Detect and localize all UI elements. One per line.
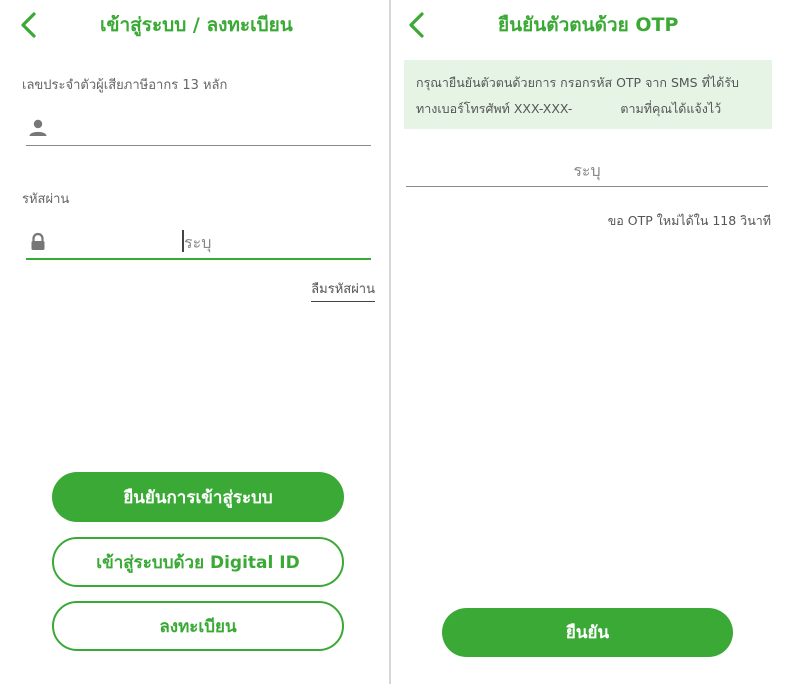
chevron-left-icon	[21, 12, 36, 38]
back-button[interactable]	[402, 10, 432, 40]
page-title: เข้าสู่ระบบ / ลงทะเบียน	[100, 14, 293, 36]
user-icon	[28, 118, 48, 138]
password-label: รหัสผ่าน	[22, 192, 70, 207]
notice-line-2: ทางเบอร์โทรศัพท์ XXX-XXX- ตามที่คุณได้แจ้…	[416, 96, 760, 122]
otp-screen: ยืนยันตัวตนด้วย OTP กรุณายืนยันตัวตนด้วย…	[392, 0, 787, 684]
register-button[interactable]: ลงทะเบียน	[52, 601, 344, 651]
resend-otp-timer: ขอ OTP ใหม่ได้ใน 118 วินาที	[607, 213, 771, 228]
otp-placeholder: ระบุ	[573, 161, 601, 180]
password-input[interactable]: ระบุ	[26, 224, 371, 260]
confirm-login-button[interactable]: ยืนยันการเข้าสู่ระบบ	[52, 472, 344, 522]
password-placeholder: ระบุ	[184, 233, 212, 252]
tax-id-input[interactable]	[26, 110, 371, 146]
tax-id-label: เลขประจำตัวผู้เสียภาษีอากร 13 หลัก	[22, 78, 228, 93]
notice-line-1: กรุณายืนยันตัวตนด้วยการ กรอกรหัส OTP จาก…	[416, 75, 739, 90]
confirm-otp-button[interactable]: ยืนยัน	[442, 608, 733, 657]
otp-notice: กรุณายืนยันตัวตนด้วยการ กรอกรหัส OTP จาก…	[404, 60, 772, 129]
otp-input[interactable]: ระบุ	[406, 151, 768, 187]
notice-phone-text: ทางเบอร์โทรศัพท์ XXX-XXX-	[416, 101, 573, 116]
chevron-left-icon	[409, 12, 424, 38]
screen-divider	[389, 0, 391, 684]
login-screen: เข้าสู่ระบบ / ลงทะเบียน เลขประจำตัวผู้เส…	[0, 0, 390, 684]
notice-suffix-text: ตามที่คุณได้แจ้งไว้	[620, 101, 722, 116]
digital-id-login-button[interactable]: เข้าสู่ระบบด้วย Digital ID	[52, 537, 344, 587]
lock-icon	[28, 232, 48, 252]
page-title: ยืนยันตัวตนด้วย OTP	[498, 14, 679, 36]
back-button[interactable]	[14, 10, 44, 40]
forgot-password-link[interactable]: ลืมรหัสผ่าน	[311, 278, 375, 302]
